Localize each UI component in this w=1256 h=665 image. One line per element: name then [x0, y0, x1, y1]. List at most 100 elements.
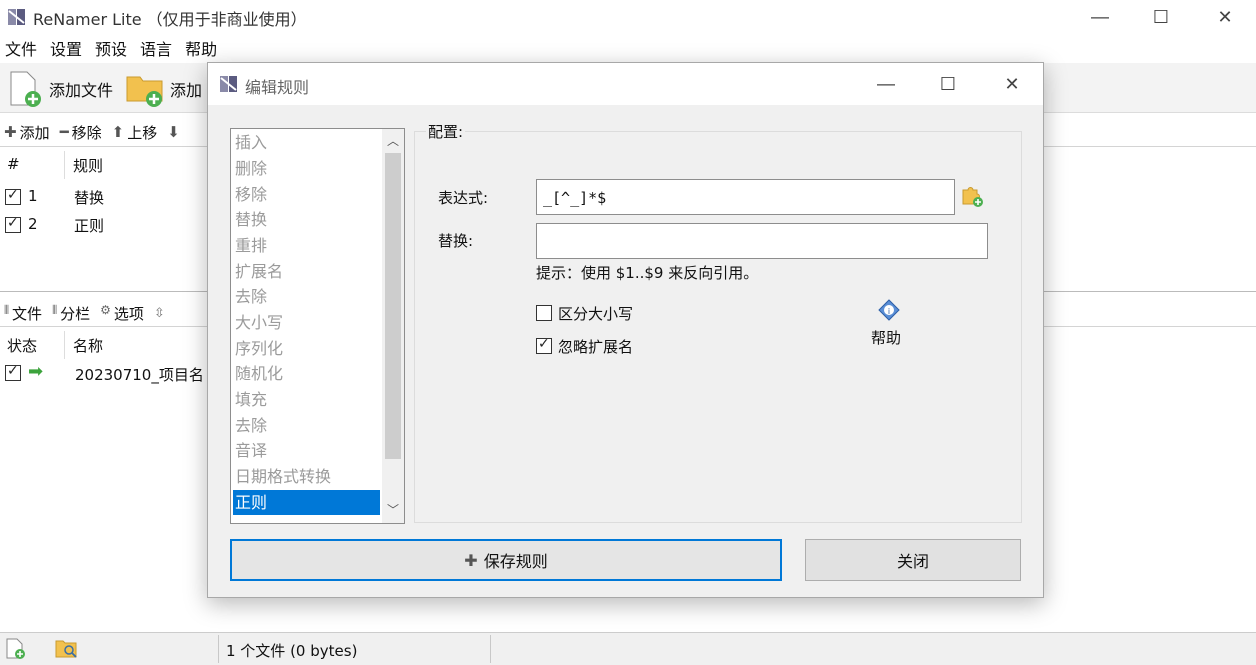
header-divider [64, 331, 65, 359]
edit-rule-dialog: 编辑规则 ― ☐ ✕ 插入 删除 移除 替换 重排 扩展名 去除 大小写 序列化… [207, 62, 1044, 598]
expression-label: 表达式: [438, 189, 489, 207]
menu-file[interactable]: 文件 [0, 38, 45, 62]
rule-type-item-selected[interactable]: 正则 [233, 490, 380, 515]
file-name: 20230710_项目名 [75, 366, 204, 384]
col-rule[interactable]: 规则 [73, 155, 103, 176]
help-link[interactable]: i 帮助 [868, 299, 908, 349]
options-menu-label: 选项 [113, 304, 144, 323]
dialog-minimize-button[interactable]: ― [856, 63, 916, 105]
svg-text:i: i [888, 307, 890, 316]
case-sensitive-checkbox[interactable] [536, 305, 552, 321]
move-icon[interactable]: ⇳ [154, 306, 165, 321]
maximize-button[interactable]: ☐ [1131, 0, 1191, 34]
rule-type-item[interactable]: 去除 [235, 284, 267, 309]
arrow-down-icon: ⬇ [167, 123, 180, 141]
rule-type-item[interactable]: 插入 [235, 130, 267, 155]
expression-input[interactable]: _[^_]*$ [536, 179, 955, 215]
file-checkbox[interactable] [5, 363, 21, 381]
rule-number: 2 [28, 215, 38, 233]
move-down-button[interactable]: ⬇ [167, 123, 180, 141]
rule-type-item[interactable]: 移除 [235, 182, 267, 207]
dialog-close-button[interactable]: ✕ [982, 63, 1042, 105]
col-name[interactable]: 名称 [73, 335, 103, 356]
window-title: ReNamer Lite （仅用于非商业使用） [33, 10, 307, 29]
add-folder-icon [126, 76, 163, 107]
remove-rule-button[interactable]: ━ 移除 [60, 122, 102, 143]
rules-toolbar: ✚ 添加 ━ 移除 ⬆ 上移 ⬇ [4, 118, 180, 146]
app-icon [220, 76, 237, 92]
rule-list-scrollbar[interactable]: ︿ ﹀ [382, 129, 404, 523]
status-text: 1 个文件 (0 bytes) [226, 642, 358, 660]
move-up-button[interactable]: ⬆ 上移 [112, 122, 158, 143]
status-divider [490, 635, 491, 663]
menu-presets[interactable]: 预设 [90, 38, 135, 62]
rule-type-item[interactable]: 填充 [235, 387, 267, 412]
rule-name: 替换 [74, 189, 105, 207]
menu-settings[interactable]: 设置 [45, 38, 90, 62]
menu-language[interactable]: 语言 [135, 38, 180, 62]
dialog-title-bar: 编辑规则 ― ☐ ✕ [208, 63, 1043, 105]
status-divider [218, 635, 219, 663]
rule-type-item[interactable]: 去除 [235, 413, 267, 438]
folder-search-icon[interactable] [55, 638, 79, 660]
close-dialog-button[interactable]: 关闭 [805, 539, 1021, 581]
rule-type-item[interactable]: 删除 [235, 156, 267, 181]
rule-type-item[interactable]: 扩展名 [235, 259, 283, 284]
title-bar: ReNamer Lite （仅用于非商业使用） ― ☐ ✕ [0, 0, 1256, 34]
files-toolbar: ⫴ 文件 ⫴ 分栏 ⚙ 选项 ⇳ [4, 300, 165, 326]
menu-help[interactable]: 帮助 [180, 38, 225, 62]
add-file-icon [10, 71, 41, 107]
files-menu[interactable]: ⫴ 文件 [4, 303, 42, 324]
move-up-label: 上移 [127, 123, 158, 142]
header-divider [64, 151, 65, 179]
columns-icon: ⫴ [4, 302, 10, 317]
rule-type-item[interactable]: 替换 [235, 207, 267, 232]
app-icon [8, 9, 25, 25]
options-icon: ⚙ [100, 302, 111, 317]
col-status[interactable]: 状态 [7, 335, 37, 356]
dialog-title: 编辑规则 [245, 78, 310, 97]
chevron-down-icon[interactable]: ﹀ [387, 501, 399, 518]
rule-type-item[interactable]: 大小写 [235, 310, 283, 335]
insert-puzzle-icon[interactable] [960, 184, 984, 208]
columns-menu[interactable]: ⫴ 分栏 [52, 303, 90, 324]
add-files-button[interactable]: 添加文件 [5, 69, 113, 109]
dialog-maximize-button[interactable]: ☐ [918, 63, 978, 105]
hint-text: 提示：使用 $1..$9 来反向引用。 [536, 264, 759, 282]
close-dialog-label: 关闭 [896, 552, 929, 571]
replace-input[interactable] [536, 223, 988, 259]
info-diamond-icon: i [878, 299, 900, 321]
rule-type-item[interactable]: 重排 [235, 233, 267, 258]
minimize-button[interactable]: ― [1070, 0, 1130, 34]
status-bar: 1 个文件 (0 bytes) [0, 632, 1256, 665]
minus-icon: ━ [59, 123, 69, 141]
rule-type-item[interactable]: 音译 [235, 438, 267, 463]
add-folder-button[interactable]: 添加 [124, 69, 202, 109]
chevron-up-icon[interactable]: ︿ [387, 132, 399, 149]
rule-name: 正则 [74, 217, 105, 235]
scroll-thumb[interactable] [385, 153, 401, 459]
rule-checkbox[interactable] [5, 187, 21, 205]
columns-icon: ⫴ [52, 302, 58, 317]
options-menu[interactable]: ⚙ 选项 [100, 303, 144, 324]
add-rule-button[interactable]: ✚ 添加 [4, 122, 50, 143]
rule-type-item[interactable]: 随机化 [235, 361, 283, 386]
rule-type-list[interactable]: 插入 删除 移除 替换 重排 扩展名 去除 大小写 序列化 随机化 填充 去除 … [230, 128, 405, 524]
add-files-label: 添加文件 [49, 81, 114, 100]
config-label: 配置: [426, 121, 466, 142]
help-label: 帮助 [871, 329, 902, 347]
close-window-button[interactable]: ✕ [1195, 0, 1255, 34]
save-rule-button[interactable]: ✚ 保存规则 [230, 539, 782, 581]
rule-checkbox[interactable] [5, 215, 21, 233]
rule-number: 1 [28, 187, 38, 205]
ignore-extension-checkbox[interactable] [536, 336, 552, 354]
plus-icon: ✚ [464, 550, 478, 570]
add-rule-label: 添加 [19, 123, 50, 142]
rule-type-item[interactable]: 序列化 [235, 336, 283, 361]
rule-type-item[interactable]: 日期格式转换 [235, 464, 331, 489]
add-file-icon[interactable] [4, 638, 26, 660]
renamer-app: ReNamer Lite （仅用于非商业使用） ― ☐ ✕ 文件 设置 预设 语… [0, 0, 1256, 665]
replace-label: 替换: [438, 232, 474, 250]
col-number[interactable]: # [7, 155, 20, 173]
menu-bar: 文件 设置 预设 语言 帮助 [0, 38, 225, 62]
